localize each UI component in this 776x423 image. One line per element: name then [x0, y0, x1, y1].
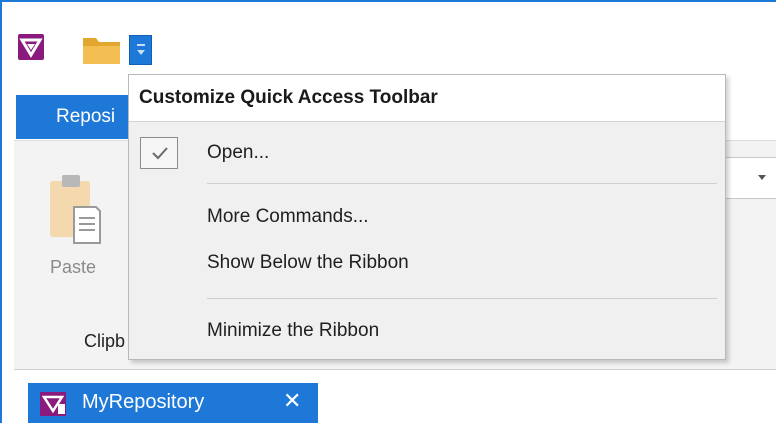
app-window: Reposi Paste Clipb MyRepository ✕ Custom…: [0, 0, 776, 423]
customize-qat-menu: Customize Quick Access Toolbar Open... M…: [128, 74, 726, 360]
paste-button-label: Paste: [50, 257, 97, 277]
menu-separator: [207, 183, 717, 184]
menu-item-label: Minimize the Ribbon: [207, 320, 380, 341]
menu-title: Customize Quick Access Toolbar: [139, 87, 438, 108]
customize-dropdown-button[interactable]: [129, 35, 152, 65]
menu-item-show-below-ribbon[interactable]: Show Below the Ribbon: [129, 243, 725, 283]
close-icon[interactable]: ✕: [283, 388, 301, 414]
document-tab-label: MyRepository: [82, 391, 205, 413]
document-tab[interactable]: MyRepository ✕: [28, 383, 318, 423]
check-icon: [140, 137, 178, 169]
paste-icon[interactable]: [46, 165, 102, 250]
menu-item-label: Open...: [207, 142, 270, 163]
menu-item-more-commands[interactable]: More Commands...: [129, 197, 725, 237]
menu-item-label: More Commands...: [207, 206, 369, 227]
menu-item-minimize-ribbon[interactable]: Minimize the Ribbon: [129, 311, 725, 351]
menu-item-label: Show Below the Ribbon: [207, 252, 409, 273]
clipboard-group-label: Clipb: [84, 331, 126, 351]
open-folder-icon[interactable]: [82, 34, 122, 66]
chevron-down-icon: [758, 175, 766, 180]
menu-separator: [207, 298, 717, 299]
quick-access-toolbar: [2, 2, 776, 78]
tab-repository[interactable]: Reposi: [16, 95, 136, 139]
document-tab-strip: MyRepository ✕: [2, 370, 776, 423]
menu-item-open[interactable]: Open...: [129, 133, 725, 173]
repository-file-icon: [40, 392, 66, 421]
app-logo-icon[interactable]: [18, 34, 44, 60]
menu-header: Customize Quick Access Toolbar: [129, 75, 725, 122]
customize-dropdown-icon: [137, 44, 145, 55]
